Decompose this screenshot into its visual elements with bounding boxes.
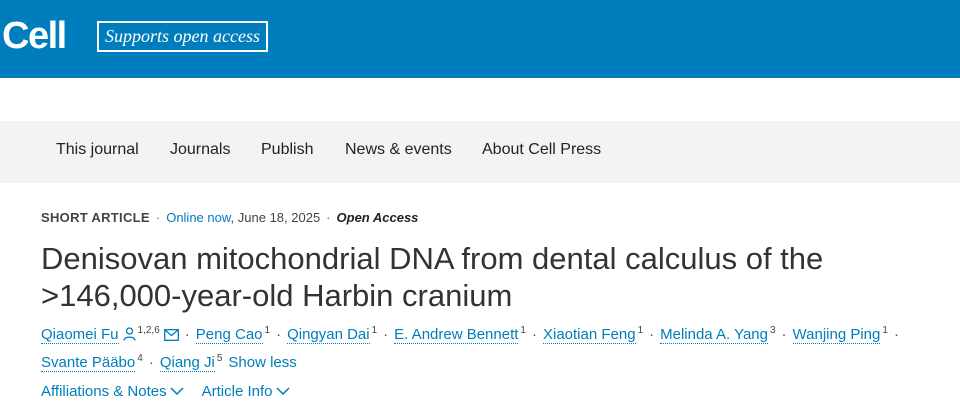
author-affiliation-sup: 1 xyxy=(264,325,271,336)
author-affiliation-sup: 1,2,6 xyxy=(137,325,160,336)
site-header: Cell Supports open access xyxy=(0,0,960,78)
chevron-down-icon xyxy=(170,380,184,402)
author-item: Xiaotian Feng 1 xyxy=(542,325,644,344)
author-affiliation-sup: 1 xyxy=(371,325,378,336)
separator-dot: · xyxy=(148,354,154,371)
nav-item-news-events[interactable]: News & events xyxy=(345,121,452,183)
author-affiliation-sup: 1 xyxy=(520,325,526,336)
author-name[interactable]: Melinda A. Yang xyxy=(660,326,768,344)
author-affiliation-sup: 4 xyxy=(137,353,143,364)
author-name[interactable]: Wanjing Ping xyxy=(792,326,881,344)
open-access-label: Open Access xyxy=(336,210,419,225)
author-item: E. Andrew Bennett 1 xyxy=(394,325,526,344)
separator-dot: · xyxy=(184,326,190,343)
author-list: Qiaomei Fu 1,2,6 · Peng Cao 1 · Qingyan Dai 1 · E… xyxy=(41,322,956,376)
author-name[interactable]: Qingyan Dai xyxy=(287,326,370,344)
separator-dot: · xyxy=(155,210,161,225)
author-item: Wanjing Ping 1 xyxy=(792,325,888,344)
person-icon xyxy=(122,324,136,350)
main-nav: This journal Journals Publish News & eve… xyxy=(0,121,960,183)
publication-date-prefix: , xyxy=(230,210,238,225)
author-item: Peng Cao 1 xyxy=(195,325,271,344)
supports-open-access-badge[interactable]: Supports open access xyxy=(97,21,268,52)
online-now-link[interactable]: Online now xyxy=(166,210,230,225)
affiliations-notes-label: Affiliations & Notes xyxy=(41,383,167,400)
article-meta: SHORT ARTICLE · Online now, June 18, 2025 ·… xyxy=(41,209,418,227)
nav-item-about-cell-press[interactable]: About Cell Press xyxy=(482,121,601,183)
nav-item-publish[interactable]: Publish xyxy=(261,121,313,183)
author-name[interactable]: Qiang Ji xyxy=(159,354,215,372)
author-name[interactable]: Peng Cao xyxy=(195,326,263,344)
author-name[interactable]: E. Andrew Bennett xyxy=(394,326,519,344)
author-affiliation-sup: 1 xyxy=(637,325,644,336)
author-affiliation-sup: 5 xyxy=(216,353,223,364)
separator-dot: · xyxy=(383,326,389,343)
cell-logo[interactable]: Cell xyxy=(2,14,67,58)
author-name[interactable]: Xiaotian Feng xyxy=(542,326,636,344)
separator-dot: · xyxy=(649,326,655,343)
article-info-label: Article Info xyxy=(201,383,273,400)
publication-date: June 18, 2025 xyxy=(237,210,321,225)
article-type: SHORT ARTICLE xyxy=(41,210,150,225)
author-item: Svante Pääbo 4 xyxy=(41,353,143,372)
nav-item-this-journal[interactable]: This journal xyxy=(56,121,139,183)
separator-dot: · xyxy=(531,326,537,343)
author-item: Qiang Ji 5 xyxy=(159,353,223,372)
envelope-icon[interactable] xyxy=(163,324,179,350)
author-name[interactable]: Svante Pääbo xyxy=(41,354,136,372)
chevron-down-icon xyxy=(275,380,290,402)
article-links: Affiliations & Notes Article Info xyxy=(41,380,308,403)
author-name[interactable]: Qiaomei Fu xyxy=(41,326,119,344)
author-item: Qingyan Dai 1 xyxy=(287,325,378,344)
separator-dot: · xyxy=(326,210,331,225)
separator-dot: · xyxy=(893,326,899,343)
article-info-toggle[interactable]: Article Info xyxy=(202,380,290,403)
article-title: Denisovan mitochondrial DNA from dental … xyxy=(41,241,824,313)
author-affiliation-sup: 1 xyxy=(882,325,888,336)
separator-dot: · xyxy=(781,326,787,343)
show-less-button[interactable]: Show less xyxy=(228,354,296,371)
author-item: Qiaomei Fu 1,2,6 xyxy=(41,325,179,344)
separator-dot: · xyxy=(276,326,282,343)
author-item: Melinda A. Yang 3 xyxy=(660,325,776,344)
nav-item-journals[interactable]: Journals xyxy=(170,121,230,183)
affiliations-notes-toggle[interactable]: Affiliations & Notes xyxy=(41,380,184,403)
author-affiliation-sup: 3 xyxy=(769,325,776,336)
